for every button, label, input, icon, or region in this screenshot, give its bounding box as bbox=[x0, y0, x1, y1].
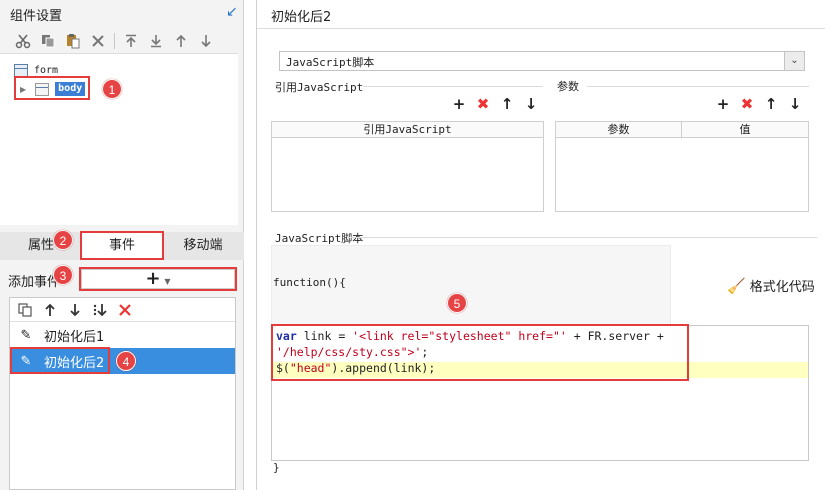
divider bbox=[363, 86, 543, 87]
event-toolbar bbox=[10, 298, 235, 322]
format-code-button[interactable]: 🧹 格式化代码 bbox=[727, 276, 815, 296]
list-item[interactable]: ✎ 初始化后1 bbox=[10, 322, 235, 348]
divider bbox=[347, 237, 817, 238]
component-toolbar bbox=[12, 30, 220, 52]
broom-icon: 🧹 bbox=[727, 276, 746, 295]
tab-mobile[interactable]: 移动端 bbox=[162, 232, 244, 260]
highlight-box bbox=[271, 324, 689, 381]
move-up-icon[interactable]: ↑ bbox=[495, 95, 519, 113]
params-toolbar: + ✖ ↑ ↓ bbox=[711, 95, 807, 113]
move-top-icon[interactable] bbox=[120, 31, 142, 51]
ref-js-label: 引用JavaScript bbox=[275, 81, 364, 94]
step-badge: 5 bbox=[447, 293, 467, 313]
highlight-box bbox=[10, 347, 110, 374]
toolbar-divider bbox=[114, 33, 115, 49]
ref-js-toolbar: + ✖ ↑ ↓ bbox=[447, 95, 543, 113]
move-bottom-icon[interactable] bbox=[145, 31, 167, 51]
column-header: 值 bbox=[682, 122, 808, 138]
move-down-icon[interactable] bbox=[195, 31, 217, 51]
select-value: JavaScript脚本 bbox=[286, 56, 375, 69]
step-badge: 1 bbox=[102, 79, 122, 99]
event-type-select[interactable]: JavaScript脚本 ⌄ bbox=[279, 51, 805, 71]
delete-icon[interactable]: ✖ bbox=[471, 95, 495, 113]
ref-js-table: 引用JavaScript bbox=[271, 121, 544, 212]
event-editor-panel: 初始化后2 JavaScript脚本 ⌄ 引用JavaScript 参数 + ✖… bbox=[256, 0, 825, 490]
add-icon[interactable]: + bbox=[711, 95, 735, 113]
params-label: 参数 bbox=[557, 80, 579, 93]
tree-node-label: form bbox=[34, 64, 59, 76]
column-header: 引用JavaScript bbox=[272, 122, 543, 138]
move-up-icon[interactable]: ↑ bbox=[759, 95, 783, 113]
delete-icon[interactable] bbox=[114, 300, 136, 320]
editor-title: 初始化后2 bbox=[271, 10, 332, 25]
pin-icon[interactable]: ↙ bbox=[226, 4, 238, 20]
delete-icon[interactable] bbox=[87, 31, 109, 51]
step-badge: 3 bbox=[53, 265, 73, 285]
divider bbox=[587, 86, 809, 87]
format-code-label: 格式化代码 bbox=[749, 280, 815, 295]
delete-icon[interactable]: ✖ bbox=[735, 95, 759, 113]
params-table: 参数 值 bbox=[555, 121, 809, 212]
move-down-icon[interactable] bbox=[64, 300, 86, 320]
panel-title: 组件设置 bbox=[10, 9, 63, 24]
add-icon[interactable]: + bbox=[447, 95, 471, 113]
pencil-icon: ✎ bbox=[20, 327, 32, 343]
step-badge: 4 bbox=[116, 351, 136, 371]
highlight-box bbox=[14, 76, 90, 100]
function-header: function(){ bbox=[273, 276, 346, 289]
move-up-icon[interactable] bbox=[170, 31, 192, 51]
form-icon bbox=[14, 63, 28, 77]
highlight-box bbox=[80, 231, 164, 260]
copy-icon[interactable] bbox=[37, 31, 59, 51]
highlight-box bbox=[79, 267, 237, 291]
component-settings-panel: 组件设置 ↙ form ▶ body 1 属性 事件 移动端 2 添加事件 + … bbox=[0, 0, 244, 490]
chevron-down-icon[interactable]: ⌄ bbox=[784, 52, 804, 70]
copy-event-icon[interactable] bbox=[14, 300, 36, 320]
event-label: 初始化后1 bbox=[44, 329, 105, 345]
move-down-icon[interactable]: ↓ bbox=[519, 95, 543, 113]
function-footer: } bbox=[273, 461, 280, 474]
column-header: 参数 bbox=[556, 122, 682, 138]
step-badge: 2 bbox=[53, 230, 73, 250]
cut-icon[interactable] bbox=[12, 31, 34, 51]
move-down-icon[interactable]: ↓ bbox=[783, 95, 807, 113]
event-list: ✎ 初始化后1 ✎ 初始化后2 bbox=[9, 297, 236, 490]
divider bbox=[257, 28, 825, 29]
move-up-icon[interactable] bbox=[39, 300, 61, 320]
move-bottom-icon[interactable] bbox=[89, 300, 111, 320]
script-label: JavaScript脚本 bbox=[275, 232, 364, 245]
paste-icon[interactable] bbox=[62, 31, 84, 51]
